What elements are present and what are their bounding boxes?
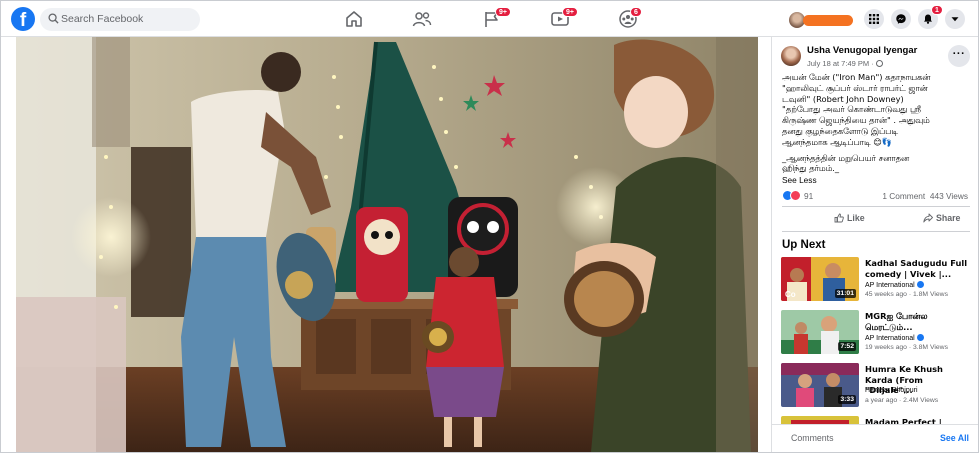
- caret-down-icon: [951, 17, 959, 22]
- friends-icon[interactable]: [411, 9, 433, 29]
- video-title-line-1: Kadhal Sadugudu Full: [865, 258, 968, 268]
- verified-badge-icon: [916, 334, 924, 341]
- view-count: 443 Views: [929, 191, 968, 201]
- post-second-paragraph: _ஆனந்தத்தின் மறுபெயர் சனாதன ஹிந்து தர்மம…: [782, 153, 974, 175]
- globe-icon: [875, 60, 883, 67]
- video-channel: AP International: [865, 334, 924, 342]
- up-next-heading: Up Next: [782, 239, 826, 251]
- caption-line-4: "தற்போது அவர் கொண்டாடுவது ஸ்ரீ: [782, 104, 921, 115]
- like-label: Like: [847, 213, 865, 223]
- post-date-text: July 18 at 7:49 PM ·: [807, 59, 876, 68]
- channel-name: AP International: [865, 282, 915, 289]
- reactions-summary[interactable]: 91 1 Comment 443 Views: [782, 190, 970, 202]
- up-next-video-card[interactable]: 3:33 Humra Ke Khush Karda (From "Diljale…: [781, 363, 971, 409]
- video-thumbnail: 3:33: [781, 363, 859, 407]
- grid-icon: [869, 14, 879, 24]
- video-frame-image: [16, 37, 758, 452]
- caption-line-2: "ஹாலிவுட் சூப்பர் ஸ்டார் ராபர்ட் ஜான்: [782, 82, 928, 93]
- video-thumbnail: Co 31:01: [781, 257, 859, 301]
- author-avatar[interactable]: [781, 46, 801, 66]
- channel-name: AP International: [865, 335, 915, 342]
- facebook-logo-icon[interactable]: f: [11, 7, 35, 31]
- share-label: Share: [936, 213, 961, 223]
- post-text: அயன் மேன் ("Iron Man") கதாநாயகன் "ஹாலிவு…: [782, 72, 974, 179]
- share-arrow-icon: [923, 213, 933, 223]
- up-next-video-card[interactable]: 7:52 MGRஐ போன்ல மெரட்டும்... AP Internat…: [781, 310, 971, 356]
- second-para-line-2: ஹிந்து தர்மம்._: [782, 163, 840, 174]
- video-player[interactable]: [16, 37, 758, 452]
- like-button[interactable]: Like: [834, 213, 865, 223]
- video-title-line-1: Humra Ke Khush: [865, 364, 943, 374]
- post-side-panel: Usha Venugopal Iyengar July 18 at 7:49 P…: [771, 37, 978, 452]
- video-meta: 45 weeks ago · 1.8M Views: [865, 291, 948, 298]
- see-less-link[interactable]: See Less: [782, 175, 817, 185]
- comment-count[interactable]: 1 Comment: [882, 191, 925, 201]
- video-meta: a year ago · 2.4M Views: [865, 397, 939, 404]
- video-title-line-1: MGRஐ போன்ல: [865, 311, 928, 321]
- reaction-count: 91: [804, 191, 814, 201]
- notifications-badge: 1: [931, 5, 943, 15]
- comments-tab[interactable]: Comments: [791, 433, 834, 443]
- video-title: Kadhal Sadugudu Full comedy | Vivek |...: [865, 258, 969, 279]
- pages-notification-badge: 9+: [495, 7, 511, 17]
- watch-notification-badge: 9+: [562, 7, 578, 17]
- post-author-name[interactable]: Usha Venugopal Iyengar: [807, 45, 917, 56]
- account-menu-button[interactable]: [945, 9, 965, 29]
- top-navigation-bar: f Search Facebook 9+ 9+ 6 1: [1, 1, 978, 37]
- video-duration: 7:52: [838, 342, 856, 351]
- up-next-video-card[interactable]: Co 31:01 Kadhal Sadugudu Full comedy | V…: [781, 257, 971, 303]
- thumbs-up-icon: [834, 213, 844, 223]
- verified-badge-icon: [916, 281, 924, 288]
- video-duration: 31:01: [834, 289, 856, 298]
- divider: [782, 206, 970, 207]
- search-placeholder: Search Facebook: [61, 13, 144, 25]
- channel-name: Hamaar Bhojpuri: [865, 387, 918, 394]
- account-profile-button[interactable]: [789, 12, 855, 28]
- search-icon: [48, 13, 59, 24]
- video-meta: 19 weeks ago · 3.8M Views: [865, 344, 948, 351]
- comments-bar: Comments See All: [772, 424, 978, 452]
- divider: [782, 231, 970, 232]
- video-duration: 3:33: [838, 395, 856, 404]
- post-stats: 1 Comment 443 Views: [882, 191, 968, 201]
- video-title: MGRஐ போன்ல மெரட்டும்...: [865, 311, 969, 332]
- post-date[interactable]: July 18 at 7:49 PM ·: [807, 59, 883, 68]
- post-caption-paragraph: அயன் மேன் ("Iron Man") கதாநாயகன் "ஹாலிவு…: [782, 72, 974, 148]
- caption-line-6: தனது குழந்தைகளோடு இப்படி: [782, 125, 898, 136]
- facebook-watch-window: f Search Facebook 9+ 9+ 6 1 Usha Venugop…: [0, 0, 979, 453]
- search-input[interactable]: Search Facebook: [40, 8, 200, 31]
- groups-notification-badge: 6: [630, 7, 642, 17]
- see-all-link[interactable]: See All: [940, 433, 969, 443]
- share-button[interactable]: Share: [923, 213, 960, 223]
- video-channel: Hamaar Bhojpuri: [865, 387, 918, 394]
- caption-line-5: கிருஷ்ண ஜெயந்தியை தான்" . அதுவும்: [782, 115, 930, 126]
- home-icon[interactable]: [343, 9, 365, 29]
- video-thumbnail: 7:52: [781, 310, 859, 354]
- account-name-redacted: [803, 15, 853, 26]
- caption-line-3: டவுனி" (Robert John Downey): [782, 93, 904, 104]
- caption-line-7: ஆனந்தமாக ஆடிப்பாடி 😊👣: [782, 136, 893, 147]
- video-title-line-2: comedy | Vivek |...: [865, 268, 952, 279]
- svg-text:Co: Co: [785, 290, 796, 299]
- video-channel: AP International: [865, 281, 924, 289]
- menu-grid-button[interactable]: [864, 9, 884, 29]
- more-options-button[interactable]: ···: [948, 45, 970, 67]
- video-title-line-2: மெரட்டும்...: [865, 321, 913, 332]
- bell-icon: [924, 14, 932, 24]
- caption-line-1: அயன் மேன் ("Iron Man") கதாநாயகன்: [782, 72, 931, 82]
- messenger-icon: [896, 14, 906, 24]
- second-para-line-1: _ஆனந்தத்தின் மறுபெயர் சனாதன: [782, 152, 910, 163]
- messenger-button[interactable]: [891, 9, 911, 29]
- love-reaction-icon: [790, 190, 801, 201]
